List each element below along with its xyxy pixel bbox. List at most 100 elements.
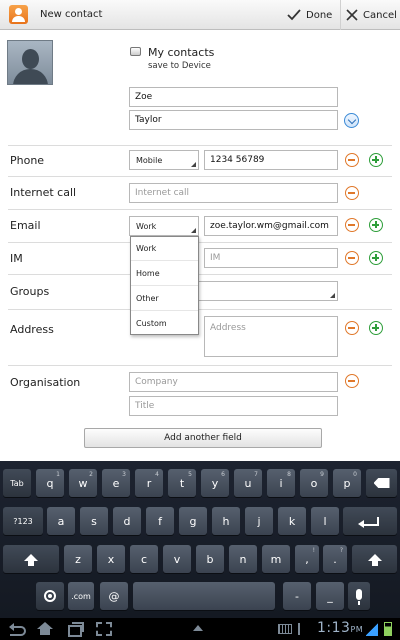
key-voice[interactable] [348, 582, 370, 610]
remove-email-icon[interactable] [345, 218, 359, 232]
key-at[interactable]: @ [100, 582, 128, 610]
phone-field[interactable]: 1234 56789 [204, 150, 338, 170]
key-label: o [310, 476, 318, 490]
contacts-app-icon [9, 5, 28, 24]
key-y[interactable]: y6 [201, 469, 229, 497]
cancel-button[interactable]: Cancel [346, 7, 397, 23]
key-t[interactable]: t5 [168, 469, 196, 497]
key-sublabel: 5 [188, 471, 192, 478]
last-name-field[interactable]: Taylor [129, 110, 338, 130]
key-d[interactable]: d [113, 507, 141, 535]
phone-type-select[interactable]: Mobile [129, 150, 199, 170]
groups-select[interactable] [196, 281, 338, 301]
back-icon[interactable] [9, 622, 28, 636]
job-title-field[interactable]: Title [129, 396, 338, 416]
email-type-select[interactable]: Work [129, 216, 199, 236]
dropdown-option-work[interactable]: Work [131, 237, 198, 261]
clock: 1:13PM [317, 620, 363, 636]
key-shift-right[interactable] [352, 545, 397, 573]
internet-call-field[interactable]: Internet call [129, 183, 338, 203]
remove-organisation-icon[interactable] [345, 374, 359, 388]
titlebar-divider [340, 0, 341, 30]
first-name-field[interactable]: Zoe [129, 87, 338, 107]
dropdown-option-home[interactable]: Home [131, 262, 198, 286]
key-r[interactable]: r4 [135, 469, 163, 497]
close-icon [346, 9, 358, 21]
expand-name-icon[interactable] [344, 113, 359, 128]
remove-address-icon[interactable] [345, 321, 359, 335]
checkmark-icon [287, 9, 301, 21]
remove-im-icon[interactable] [345, 251, 359, 265]
recent-apps-icon[interactable] [68, 622, 84, 637]
done-button[interactable]: Done [287, 7, 332, 23]
key-u[interactable]: u7 [234, 469, 262, 497]
add-another-field-button[interactable]: Add another field [84, 428, 322, 448]
account-subtitle: save to Device [148, 61, 211, 71]
remove-internet-call-icon[interactable] [345, 186, 359, 200]
key-label: y [211, 476, 219, 490]
key-shift-left[interactable] [3, 545, 59, 573]
company-field[interactable]: Company [129, 372, 338, 392]
key-f[interactable]: f [146, 507, 174, 535]
key-m[interactable]: m [262, 545, 290, 573]
key-k[interactable]: k [278, 507, 306, 535]
key-period[interactable]: .? [323, 545, 347, 573]
dropdown-option-custom[interactable]: Custom [131, 311, 198, 335]
remove-phone-icon[interactable] [345, 153, 359, 167]
address-label: Address [10, 323, 54, 336]
key-dotcom[interactable]: .com [68, 582, 94, 610]
key-label: w [78, 476, 88, 490]
add-im-icon[interactable] [369, 251, 383, 265]
contact-photo-button[interactable] [7, 40, 53, 85]
add-phone-icon[interactable] [369, 153, 383, 167]
screenshot-icon[interactable] [96, 622, 112, 636]
done-label: Done [306, 9, 333, 21]
key-s[interactable]: s [80, 507, 108, 535]
title-bar: New contact Done Cancel [0, 0, 400, 30]
key-sublabel: 1 [56, 471, 60, 478]
key-p[interactable]: p0 [333, 469, 361, 497]
key-v[interactable]: v [163, 545, 191, 573]
key-e[interactable]: e3 [102, 469, 130, 497]
key-sublabel: 6 [221, 471, 225, 478]
internet-call-label: Internet call [10, 186, 77, 199]
key-sublabel: ! [312, 547, 315, 554]
key-o[interactable]: o9 [300, 469, 328, 497]
key-enter[interactable] [343, 507, 397, 535]
key-z[interactable]: z [64, 545, 92, 573]
key-c[interactable]: c [130, 545, 158, 573]
key-hyphen[interactable]: - [283, 582, 311, 610]
key-b[interactable]: b [196, 545, 224, 573]
add-email-icon[interactable] [369, 218, 383, 232]
key-q[interactable]: q1 [36, 469, 64, 497]
key-g[interactable]: g [179, 507, 207, 535]
divider [8, 242, 392, 243]
chevron-up-icon[interactable] [193, 625, 203, 631]
home-icon[interactable] [37, 622, 53, 636]
key-l[interactable]: l [311, 507, 339, 535]
key-n[interactable]: n [229, 545, 257, 573]
enter-icon [358, 516, 379, 528]
add-address-icon[interactable] [369, 321, 383, 335]
key-label: , [305, 552, 309, 566]
key-j[interactable]: j [245, 507, 273, 535]
key-settings[interactable] [36, 582, 64, 610]
key-label: u [244, 476, 252, 490]
key-i[interactable]: i8 [267, 469, 295, 497]
im-field[interactable]: IM [204, 248, 338, 268]
account-icon [130, 47, 141, 56]
email-field[interactable]: zoe.taylor.wm@gmail.com [204, 216, 338, 236]
key-x[interactable]: x [97, 545, 125, 573]
key-backspace[interactable] [366, 469, 397, 497]
key-symbols[interactable]: ?123 [3, 507, 43, 535]
key-tab[interactable]: Tab [3, 469, 31, 497]
key-h[interactable]: h [212, 507, 240, 535]
key-a[interactable]: a [47, 507, 75, 535]
key-w[interactable]: w2 [69, 469, 97, 497]
key-underscore[interactable]: _ [316, 582, 344, 610]
dropdown-option-other[interactable]: Other [131, 287, 198, 311]
phone-label: Phone [10, 154, 45, 167]
key-comma[interactable]: ,! [295, 545, 319, 573]
key-space[interactable] [133, 582, 275, 610]
address-field[interactable]: Address [204, 316, 338, 357]
